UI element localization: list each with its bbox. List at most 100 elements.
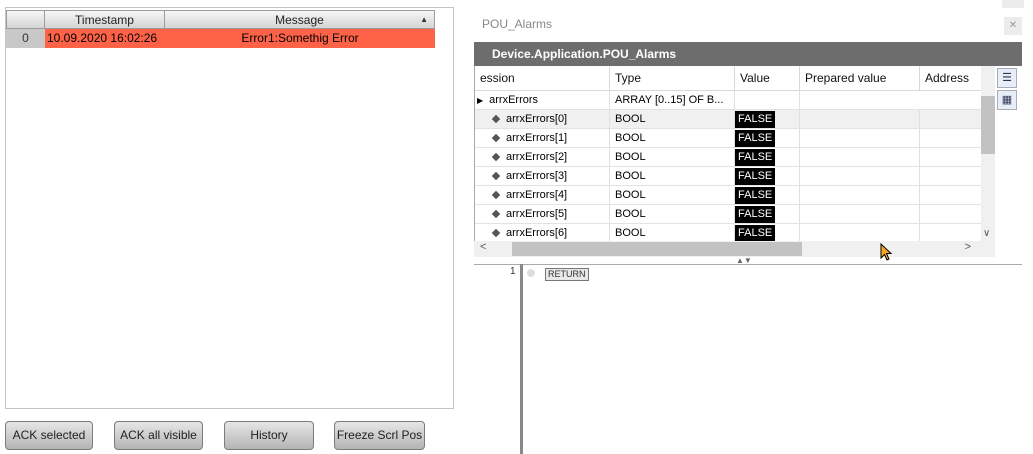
- variable-icon: [491, 171, 501, 181]
- watch-cell-value: FALSE: [735, 167, 800, 185]
- watch-cell-prepared[interactable]: [800, 148, 920, 166]
- watch-cell-name: arrxErrors[0]: [475, 110, 610, 128]
- splitter-arrows-icon[interactable]: ▲▼: [736, 256, 752, 265]
- watch-cell-value: [735, 91, 800, 109]
- watch-cell-prepared[interactable]: [800, 186, 920, 204]
- watch-cell-name: arrxErrors[1]: [475, 129, 610, 147]
- watch-titlebar: POU_Alarms ✕: [474, 10, 1022, 40]
- horizontal-scroll-thumb[interactable]: [512, 242, 802, 256]
- row-type: BOOL: [610, 148, 735, 166]
- expand-arrow-icon[interactable]: ▶: [477, 92, 483, 109]
- column-header-type[interactable]: Type: [610, 66, 735, 91]
- row-name: arrxErrors[6]: [506, 227, 568, 239]
- watch-cell-value: FALSE: [735, 129, 800, 147]
- row-name: arrxErrors[5]: [506, 208, 568, 220]
- watch-cell-value: FALSE: [735, 224, 800, 241]
- watch-cell-name: arrxErrors[2]: [475, 148, 610, 166]
- watch-cell-value: FALSE: [735, 148, 800, 166]
- column-header-address[interactable]: Address: [920, 66, 982, 91]
- history-button[interactable]: History: [224, 421, 314, 450]
- parent-type: ARRAY [0..15] OF B...: [610, 91, 735, 109]
- row-name: arrxErrors[2]: [506, 151, 568, 163]
- watch-cell-value: FALSE: [735, 205, 800, 223]
- row-type: BOOL: [610, 110, 735, 128]
- watch-row[interactable]: arrxErrors[1] BOOL FALSE: [475, 129, 982, 148]
- breakpoint-marker-icon[interactable]: [527, 269, 535, 277]
- column-header-expression[interactable]: ession: [475, 66, 610, 91]
- list-view-icon[interactable]: ☰: [997, 68, 1017, 88]
- column-header-value[interactable]: Value: [735, 66, 800, 91]
- watch-side-toolbar: ☰ ▦: [997, 66, 1019, 126]
- watch-row[interactable]: arrxErrors[2] BOOL FALSE: [475, 148, 982, 167]
- row-name: arrxErrors[0]: [506, 113, 568, 125]
- watch-cell-prepared[interactable]: [800, 224, 920, 241]
- mouse-cursor-icon: [880, 243, 893, 261]
- column-header-message[interactable]: Message ▲: [165, 10, 435, 29]
- ack-all-visible-button[interactable]: ACK all visible: [114, 421, 203, 450]
- alarm-table: Timestamp Message ▲ 0 10.09.2020 16:02:2…: [5, 7, 454, 409]
- row-type: BOOL: [610, 129, 735, 147]
- variable-icon: [491, 190, 501, 200]
- column-header-prepared-value[interactable]: Prepared value: [800, 66, 920, 91]
- scroll-left-icon[interactable]: <: [480, 241, 486, 253]
- table-row[interactable]: 0 10.09.2020 16:02:26 Error1:Somethig Er…: [6, 29, 435, 48]
- watch-table: ession Type Value Prepared value Address…: [474, 66, 982, 241]
- row-name: arrxErrors[3]: [506, 170, 568, 182]
- freeze-scroll-button[interactable]: Freeze Scrl Pos: [334, 421, 425, 450]
- watch-row[interactable]: arrxErrors[0] BOOL FALSE: [475, 110, 982, 129]
- watch-cell-prepared[interactable]: [800, 129, 920, 147]
- watch-cell-prepared[interactable]: [800, 110, 920, 128]
- close-icon[interactable]: ✕: [1004, 17, 1022, 35]
- watch-row-parent[interactable]: ▶ arrxErrors ARRAY [0..15] OF B...: [475, 91, 982, 110]
- pane-splitter[interactable]: ▲▼: [474, 256, 1022, 265]
- row-message: Error1:Somethig Error: [165, 29, 435, 48]
- watch-row[interactable]: arrxErrors[6] BOOL FALSE: [475, 224, 982, 241]
- horizontal-scrollbar[interactable]: < >: [474, 241, 995, 257]
- row-type: BOOL: [610, 224, 735, 241]
- value-badge: FALSE: [735, 225, 776, 241]
- watch-path-banner: Device.Application.POU_Alarms: [474, 42, 1022, 66]
- watch-cell-prepared[interactable]: [800, 167, 920, 185]
- editor-gutter: [520, 264, 523, 454]
- watch-cell-name: arrxErrors[6]: [475, 224, 610, 241]
- watch-cell-name: arrxErrors[5]: [475, 205, 610, 223]
- parent-name: arrxErrors: [489, 94, 539, 106]
- watch-row[interactable]: arrxErrors[3] BOOL FALSE: [475, 167, 982, 186]
- row-type: BOOL: [610, 205, 735, 223]
- watch-cell-name: arrxErrors[3]: [475, 167, 610, 185]
- alarm-table-header: Timestamp Message ▲: [6, 10, 435, 29]
- watch-cell-value: FALSE: [735, 110, 800, 128]
- row-timestamp: 10.09.2020 16:02:26: [45, 29, 165, 48]
- variable-icon: [491, 209, 501, 219]
- column-header-timestamp[interactable]: Timestamp: [45, 10, 165, 29]
- watch-row[interactable]: arrxErrors[4] BOOL FALSE: [475, 186, 982, 205]
- column-header-index[interactable]: [6, 10, 45, 29]
- watch-row[interactable]: arrxErrors[5] BOOL FALSE: [475, 205, 982, 224]
- value-badge: FALSE: [735, 149, 776, 166]
- vertical-scroll-thumb[interactable]: [981, 96, 995, 154]
- variable-icon: [491, 152, 501, 162]
- return-keyword[interactable]: RETURN: [545, 268, 589, 281]
- row-name: arrxErrors[1]: [506, 132, 568, 144]
- value-badge: FALSE: [735, 111, 776, 128]
- vertical-scrollbar[interactable]: ∨: [981, 66, 995, 241]
- line-number: 1: [510, 266, 516, 277]
- grid-view-icon[interactable]: ▦: [997, 90, 1017, 110]
- watch-cell-value: FALSE: [735, 186, 800, 204]
- window-title: POU_Alarms: [482, 17, 553, 31]
- value-badge: FALSE: [735, 168, 776, 185]
- scroll-down-icon[interactable]: ∨: [983, 228, 990, 239]
- ack-selected-button[interactable]: ACK selected: [5, 421, 93, 450]
- row-index: 0: [6, 29, 45, 48]
- watch-cell-name: ▶ arrxErrors: [475, 91, 610, 109]
- value-badge: FALSE: [735, 187, 776, 204]
- value-badge: FALSE: [735, 130, 776, 147]
- watch-cell-prepared[interactable]: [800, 205, 920, 223]
- column-header-message-label: Message: [275, 13, 324, 27]
- variable-icon: [491, 114, 501, 124]
- row-type: BOOL: [610, 186, 735, 204]
- window-edge: [1002, 0, 1024, 8]
- scroll-right-icon[interactable]: >: [965, 241, 971, 253]
- variable-icon: [491, 228, 501, 238]
- row-type: BOOL: [610, 167, 735, 185]
